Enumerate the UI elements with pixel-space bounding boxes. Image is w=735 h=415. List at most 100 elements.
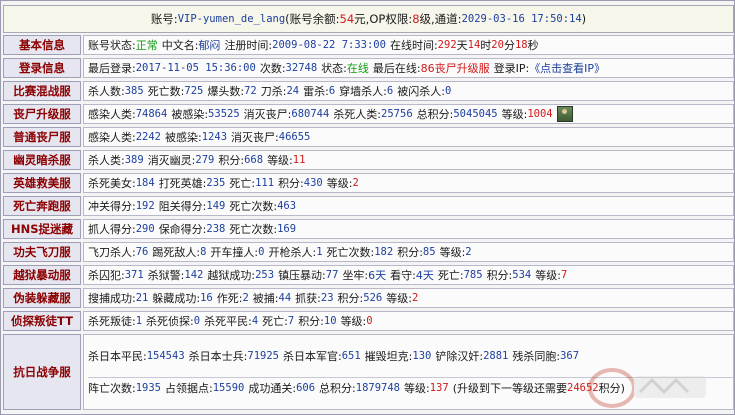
stat-value: 279 (195, 154, 215, 166)
level-value: 137 (429, 381, 449, 394)
stat-label: 保命得分: (158, 223, 207, 236)
op-label: ,OP权限: (365, 12, 413, 26)
row-head-run: 死亡奔跑服 (3, 196, 81, 216)
stat-value: 725 (184, 85, 204, 97)
stat-label: 死亡: (229, 177, 256, 190)
level-value: 11 (292, 154, 306, 166)
login-count-value: 32748 (285, 62, 318, 74)
stat-label: 死亡次数: (326, 246, 375, 259)
row-body-detect: 杀死叛徒: 1 杀死侦探: 0 杀死平民: 4 死亡: 7 积分: 10 等级: 0 (83, 311, 734, 331)
last-online-value: 86丧尸升级服 (420, 62, 490, 75)
row-head-login: 登录信息 (3, 58, 81, 78)
row-login: 登录信息 最后登录: 2017-11-05 15:36:00 次数: 32748… (3, 58, 734, 78)
row-run: 死亡奔跑服 冲关得分: 192 阻关得分: 149 死亡次数: 463 (3, 196, 734, 216)
stat-label: 积分: (337, 292, 364, 305)
stat-label: 躲藏成功: (152, 292, 201, 305)
reg-label: 注册时间: (224, 39, 273, 52)
stat-label: 越狱成功: (207, 269, 256, 282)
stat-label: 杀死侦探: (146, 315, 194, 328)
stat-label: 等级: (501, 108, 528, 121)
view-ip-link[interactable]: 《点击查看IP》 (529, 60, 605, 76)
stat-label: 总积分: (416, 108, 454, 121)
stat-label: 阵亡次数: (88, 381, 136, 395)
stat-value: 785 (463, 269, 483, 281)
level-value: 2 (352, 177, 359, 189)
stat-value: 253 (255, 269, 275, 281)
stat-label: 穿墙杀人: (339, 85, 387, 98)
row-head-zombie-normal: 普通丧尸服 (3, 127, 81, 147)
stat-value: 371 (124, 269, 144, 281)
stat-label: 等级: (326, 177, 353, 190)
stat-label: 占领据点: (165, 381, 213, 395)
unit-day: 天 (456, 39, 468, 52)
stat-label: 被感染: (165, 131, 202, 144)
stat-label: 被感染: (171, 108, 209, 121)
stat-label: 杀囚犯: (88, 269, 125, 282)
cname-label: 中文名: (161, 39, 199, 52)
stat-label: 抓人得分: (88, 223, 136, 236)
stat-label: 冲关得分: (88, 200, 136, 213)
reg-value: 2009-08-22 7:33:00 (272, 39, 386, 51)
stat-value: 8 (200, 246, 207, 258)
stat-value: 6 (386, 85, 394, 97)
row-hns: HNS捉迷藏 抓人得分: 290 保命得分: 238 死亡次数: 169 (3, 219, 734, 239)
stat-value: 1243 (201, 131, 228, 143)
channel-label: ,通道: (431, 12, 462, 26)
stat-value: 74864 (135, 108, 168, 120)
state-label: 状态: (321, 62, 347, 75)
stat-value: 2 (465, 246, 472, 258)
stat-value: 111 (255, 177, 275, 189)
stat-value: 4 (251, 315, 259, 327)
online-seconds: 18 (514, 39, 528, 51)
stat-value: 192 (135, 200, 155, 212)
stat-label: 死亡次数: (229, 200, 278, 213)
stat-label: 总积分: (319, 381, 356, 395)
balance-value: 54 (339, 12, 355, 26)
stat-value: 238 (206, 223, 226, 235)
stat-label: 搜捕成功: (88, 292, 136, 305)
stat-value: 149 (206, 200, 226, 212)
row-head-kungfu: 功夫飞刀服 (3, 242, 81, 262)
status-value: 正常 (135, 39, 158, 52)
stat-label: 感染人类: (88, 131, 136, 144)
stat-label: 看守: (390, 269, 416, 282)
online-hours: 14 (467, 39, 481, 51)
stat-value: 46655 (278, 131, 311, 143)
online-label: 在线时间: (389, 39, 438, 52)
stat-label: 杀日本士兵: (188, 350, 248, 364)
stat-label: 踢死敌人: (152, 246, 201, 259)
stat-value: 169 (277, 223, 297, 235)
ip-label: 登录IP: (493, 62, 530, 75)
stat-value: 4天 (415, 269, 434, 282)
row-body-zombie-up: 感染人类: 74864 被感染: 53525 消灭丧尸: 680744 杀死人类: 25… (83, 104, 734, 124)
stat-value: 668 (244, 154, 264, 166)
stat-value: 53525 (208, 108, 240, 120)
stat-label: 杀死美女: (88, 177, 136, 190)
stat-value: 290 (135, 223, 155, 235)
stat-value: 15590 (212, 381, 245, 394)
stat-label: 飞刀杀人: (88, 246, 136, 259)
stat-value: 24 (286, 85, 300, 97)
stat-label: 被闪杀人: (397, 85, 445, 98)
stat-label: 开枪杀人: (268, 246, 317, 259)
row-kungfu: 功夫飞刀服 飞刀杀人: 76 踢死敌人: 8 开车撞人: 0 开枪杀人: 1 死亡次数:… (3, 242, 734, 262)
stat-label: 被捕: (252, 292, 279, 305)
stat-value: 385 (124, 85, 144, 97)
stat-label: 等级: (386, 292, 412, 305)
row-body-match: 杀人数: 385 死亡数: 725 爆头数: 72 刀杀: 24 雷杀: 6 穿墙杀人: 6… (83, 81, 734, 101)
stat-label: 杀狱警: (147, 269, 185, 282)
stat-label: 死亡数: (147, 85, 185, 98)
stat-value: 5045045 (453, 108, 498, 120)
stat-label: 等级: (340, 315, 367, 328)
stat-value: 1879748 (355, 381, 401, 394)
row-body-run: 冲关得分: 192 阻关得分: 149 死亡次数: 463 (83, 196, 734, 216)
row-head-ghost: 幽灵暗杀服 (3, 150, 81, 170)
row-head-detect: 侦探叛徒TT (3, 311, 81, 331)
row-body-basic: 账号状态: 正常 中文名: 郁闷 注册时间: 2009-08-22 7:33:0… (83, 35, 734, 55)
row-body-jail: 杀囚犯: 371 杀狱警: 142 越狱成功: 253 镇压暴动: 77 坐牢: 6天 看… (83, 265, 734, 285)
stat-value: 1 (135, 315, 143, 327)
stat-label: 抓获: (295, 292, 321, 305)
stat-label: 成功通关: (248, 381, 297, 395)
stat-value: 130 (412, 350, 432, 363)
unit-second: 秒 (527, 39, 539, 52)
